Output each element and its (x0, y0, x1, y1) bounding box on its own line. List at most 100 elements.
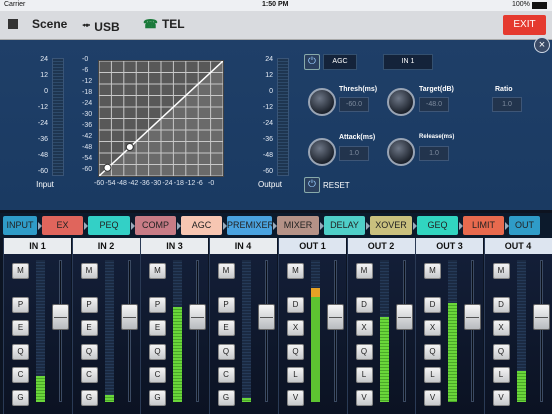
release-knob[interactable] (387, 138, 415, 166)
top-toolbar: Scene ⭺ USB ☎ TEL EXIT (0, 11, 552, 40)
level-meter-fill (379, 316, 389, 402)
strip-button-p[interactable]: P (149, 297, 166, 313)
tab-limit[interactable]: LIMIT (463, 216, 504, 235)
tab-input[interactable]: INPUT (3, 216, 37, 235)
output_meter-tick: -24 (262, 120, 273, 127)
strip-button-q[interactable]: Q (80, 344, 98, 360)
strip-button-q[interactable]: Q (355, 344, 373, 360)
power-icon: ⏻ (308, 56, 316, 67)
strip-button-v[interactable]: V (287, 390, 304, 406)
strip-button-x[interactable]: X (424, 320, 441, 336)
fader-knob[interactable] (395, 304, 413, 331)
reset-label: RESET (323, 180, 350, 190)
strip-button-q[interactable]: Q (424, 344, 441, 360)
strip-button-v[interactable]: V (492, 390, 510, 406)
tel-button[interactable]: ☎ TEL (143, 17, 185, 31)
strip-button-e[interactable]: E (217, 320, 235, 336)
fader-knob[interactable] (464, 304, 481, 331)
strip-button-q[interactable]: Q (492, 344, 510, 360)
release-label: Release(ms) (419, 134, 455, 140)
strip-button-g[interactable]: G (149, 390, 166, 406)
reset-button[interactable]: ⏻ RESET (304, 177, 350, 193)
fader-knob[interactable] (120, 304, 138, 331)
agc-power-button[interactable]: ⏻ (304, 54, 320, 70)
strip-button-m[interactable]: M (492, 263, 510, 279)
strip-button-d[interactable]: D (355, 297, 373, 313)
thresh-knob[interactable] (308, 88, 336, 116)
tab-ex[interactable]: EX (42, 216, 83, 235)
tab-delay[interactable]: DELAY (324, 216, 365, 235)
fader-knob[interactable] (257, 304, 275, 331)
strip-button-d[interactable]: D (492, 297, 510, 313)
module-tabs: INPUT EX PEQ COMP AGC PREMIXER MIXER DELAY XOVER… (0, 213, 552, 238)
target-value[interactable]: -48.0 (419, 97, 449, 112)
strip-button-m[interactable]: M (80, 263, 98, 279)
graph-y-tick: -12 (82, 78, 93, 85)
target-knob[interactable] (387, 88, 415, 116)
strip-button-d[interactable]: D (424, 297, 441, 313)
usb-button[interactable]: ⭺ USB (82, 17, 120, 36)
strip-button-q[interactable]: Q (12, 344, 29, 360)
strip-button-v[interactable]: V (424, 390, 441, 406)
strip-button-p[interactable]: P (80, 297, 98, 313)
strip-button-x[interactable]: X (492, 320, 510, 336)
attack-value[interactable]: 1.0 (339, 146, 369, 161)
curve-handle[interactable] (103, 163, 112, 172)
attack-knob[interactable] (308, 138, 336, 166)
fader-knob[interactable] (532, 304, 550, 331)
strip-button-c[interactable]: C (217, 367, 235, 383)
channel-select[interactable]: IN 1 (383, 54, 433, 70)
release-value[interactable]: 1.0 (419, 146, 449, 161)
fader-knob[interactable] (327, 304, 344, 331)
fader-knob[interactable] (52, 304, 69, 331)
strip-button-m[interactable]: M (12, 263, 29, 279)
strip-button-c[interactable]: C (80, 367, 98, 383)
strip-button-e[interactable]: E (80, 320, 98, 336)
strip-button-l[interactable]: L (355, 367, 373, 383)
strip-button-q[interactable]: Q (149, 344, 166, 360)
strip-button-q[interactable]: Q (217, 344, 235, 360)
fader-knob[interactable] (189, 304, 206, 331)
tab-xover[interactable]: XOVER (370, 216, 412, 235)
strip-button-e[interactable]: E (149, 320, 166, 336)
strip-button-g[interactable]: G (12, 390, 29, 406)
close-icon[interactable]: × (534, 37, 550, 53)
strip-button-m[interactable]: M (217, 263, 235, 279)
graph-y-tick: -54 (82, 155, 93, 162)
thresh-value[interactable]: -60.0 (339, 97, 369, 112)
agc-title: AGC (323, 54, 357, 70)
tab-peq[interactable]: PEQ (88, 216, 130, 235)
tab-agc[interactable]: AGC (181, 216, 222, 235)
strip-button-m[interactable]: M (355, 263, 373, 279)
ratio-value[interactable]: 1.0 (492, 97, 522, 112)
strip-button-p[interactable]: P (12, 297, 29, 313)
tel-label: TEL (161, 17, 185, 31)
tab-premixer[interactable]: PREMIXER (227, 216, 274, 235)
exit-button[interactable]: EXIT (503, 15, 546, 35)
strip-button-q[interactable]: Q (287, 344, 304, 360)
strip-button-c[interactable]: C (149, 367, 166, 383)
strip-button-g[interactable]: G (80, 390, 98, 406)
tab-out[interactable]: OUT (509, 216, 540, 235)
agc-curve-graph[interactable] (98, 60, 224, 177)
curve-handle[interactable] (125, 143, 134, 151)
scene-button[interactable]: Scene (8, 17, 67, 31)
strip-button-e[interactable]: E (12, 320, 29, 336)
strip-button-l[interactable]: L (287, 367, 304, 383)
graph-y-tick: -48 (82, 144, 93, 151)
strip-button-l[interactable]: L (424, 367, 441, 383)
strip-button-m[interactable]: M (149, 263, 166, 279)
strip-button-m[interactable]: M (287, 263, 304, 279)
strip-button-m[interactable]: M (424, 263, 441, 279)
tab-mixer[interactable]: MIXER (277, 216, 319, 235)
tab-comp[interactable]: COMP (135, 216, 176, 235)
strip-button-g[interactable]: G (217, 390, 235, 406)
tab-geq[interactable]: GEQ (417, 216, 458, 235)
strip-button-p[interactable]: P (217, 297, 235, 313)
strip-button-v[interactable]: V (355, 390, 373, 406)
strip-button-d[interactable]: D (287, 297, 304, 313)
strip-button-c[interactable]: C (12, 367, 29, 383)
strip-button-x[interactable]: X (355, 320, 373, 336)
strip-button-l[interactable]: L (492, 367, 510, 383)
strip-button-x[interactable]: X (287, 320, 304, 336)
